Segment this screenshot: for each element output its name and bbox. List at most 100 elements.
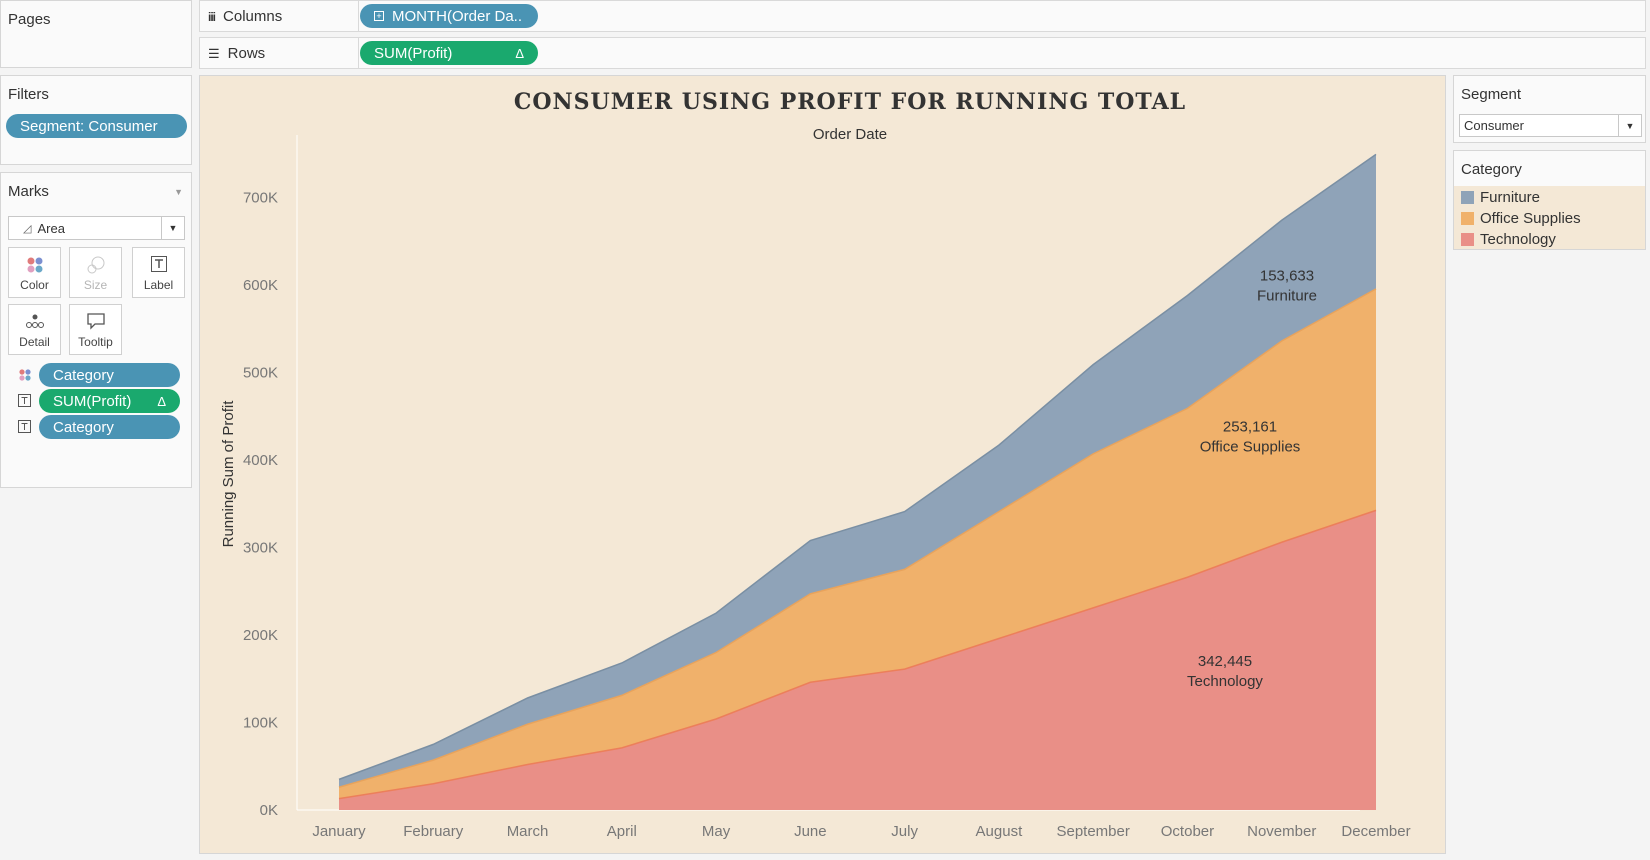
label-button[interactable]: Label <box>132 247 185 298</box>
legend-item-furniture[interactable]: Furniture <box>1461 187 1540 207</box>
legend-swatch <box>1461 211 1474 225</box>
chevron-down-icon: ▼ <box>161 217 184 239</box>
size-button-label: Size <box>83 278 108 292</box>
data-label-value: 153,633 <box>1260 268 1314 285</box>
x-tick-label: October <box>1161 823 1214 840</box>
delta-icon: Δ <box>157 393 166 409</box>
rows-icon: ☰ <box>208 45 220 61</box>
label-icon <box>150 256 167 272</box>
label-field-icon <box>18 394 31 407</box>
legend-title: Category <box>1461 161 1522 178</box>
x-tick-label: November <box>1247 823 1316 840</box>
columns-label: iii Columns <box>208 8 282 25</box>
x-tick-label: September <box>1056 823 1129 840</box>
columns-pill-label: MONTH(Order Da.. <box>392 7 523 25</box>
marks-title: Marks <box>8 183 49 200</box>
label-button-label: Label <box>143 278 174 292</box>
expand-icon: + <box>374 11 384 21</box>
shelf-divider <box>358 38 359 68</box>
area-chart-icon: ◿ <box>23 222 32 235</box>
field-label: Category <box>53 366 114 384</box>
mark-type-dropdown[interactable]: ◿ Area ▼ <box>8 216 185 240</box>
segment-dropdown[interactable]: Consumer ▼ <box>1459 114 1642 137</box>
legend-item-technology[interactable]: Technology <box>1461 229 1556 249</box>
filters-panel: Filters Segment: Consumer <box>0 75 192 165</box>
x-tick-label: March <box>507 823 549 840</box>
chart-subtitle: Order Date <box>813 126 887 143</box>
legend-label: Technology <box>1480 230 1556 248</box>
legend-label: Office Supplies <box>1480 209 1581 227</box>
y-tick-label: 300K <box>243 540 278 557</box>
filter-pill-segment[interactable]: Segment: Consumer <box>6 114 187 138</box>
marks-field-category-color[interactable]: Category <box>39 363 180 387</box>
segment-filter-card: Segment Consumer ▼ <box>1453 75 1646 143</box>
chart-area[interactable]: CONSUMER USING PROFIT FOR RUNNING TOTAL O… <box>199 75 1446 854</box>
tooltip-icon <box>86 313 105 330</box>
x-tick-label: May <box>702 823 731 840</box>
segment-value: Consumer <box>1464 118 1524 133</box>
rows-label-text: Rows <box>227 45 266 62</box>
tooltip-button-label: Tooltip <box>78 335 113 349</box>
rows-pill[interactable]: SUM(Profit) Δ <box>360 41 538 65</box>
marks-field-profit-label[interactable]: SUM(Profit) Δ <box>39 389 180 413</box>
data-label-name: Furniture <box>1257 288 1317 305</box>
detail-button[interactable]: Detail <box>8 304 61 355</box>
chevron-down-icon: ▼ <box>1618 115 1641 136</box>
rows-label: ☰ Rows <box>208 45 265 62</box>
field-label: Category <box>53 418 114 436</box>
data-label-value: 253,161 <box>1223 419 1277 436</box>
data-label-value: 342,445 <box>1198 653 1252 670</box>
chart-title: CONSUMER USING PROFIT FOR RUNNING TOTAL <box>514 89 1186 115</box>
legend-swatch <box>1461 190 1474 204</box>
mark-type-label: Area <box>37 220 65 236</box>
columns-pill[interactable]: + MONTH(Order Da.. <box>360 4 538 28</box>
legend-item-office-supplies[interactable]: Office Supplies <box>1461 208 1581 228</box>
category-legend: Category Furniture Office Supplies Techn… <box>1453 150 1646 250</box>
rows-pill-label: SUM(Profit) <box>374 44 453 62</box>
marks-collapse-icon[interactable]: ▼ <box>174 187 183 197</box>
y-tick-label: 100K <box>243 715 278 732</box>
x-tick-label: January <box>312 823 366 840</box>
size-icon <box>87 256 104 274</box>
x-tick-label: July <box>891 823 918 840</box>
data-label-name: Technology <box>1187 673 1263 690</box>
x-tick-label: April <box>607 823 637 840</box>
detail-icon <box>25 314 44 328</box>
tooltip-button[interactable]: Tooltip <box>69 304 122 355</box>
x-tick-label: February <box>403 823 464 840</box>
color-button[interactable]: Color <box>8 247 61 298</box>
x-tick-label: August <box>976 823 1024 840</box>
marks-field-category-label[interactable]: Category <box>39 415 180 439</box>
color-field-icon <box>19 369 31 381</box>
x-tick-label: December <box>1341 823 1410 840</box>
columns-icon: iii <box>208 9 216 24</box>
y-tick-label: 600K <box>243 277 278 294</box>
filters-title: Filters <box>8 86 49 103</box>
segment-title: Segment <box>1461 86 1522 103</box>
y-tick-label: 400K <box>243 452 278 469</box>
y-tick-label: 200K <box>243 627 278 644</box>
columns-shelf[interactable]: iii Columns + MONTH(Order Da.. <box>199 0 1646 32</box>
label-field-icon <box>18 420 31 433</box>
y-axis-title: Running Sum of Profit <box>220 400 237 548</box>
marks-panel: Marks ▼ ◿ Area ▼ Color Size Label Detail <box>0 172 192 488</box>
legend-swatch <box>1461 232 1474 246</box>
color-icon <box>27 257 42 273</box>
delta-icon: Δ <box>515 45 524 61</box>
pages-title: Pages <box>8 11 51 28</box>
y-tick-label: 500K <box>243 365 278 382</box>
shelf-divider <box>358 1 359 31</box>
legend-label: Furniture <box>1480 188 1541 206</box>
pages-panel: Pages <box>0 0 192 68</box>
data-label-name: Office Supplies <box>1200 439 1301 456</box>
field-label: SUM(Profit) <box>53 392 132 410</box>
columns-label-text: Columns <box>223 8 283 25</box>
area-chart[interactable]: CONSUMER USING PROFIT FOR RUNNING TOTAL O… <box>200 76 1445 853</box>
rows-shelf[interactable]: ☰ Rows SUM(Profit) Δ <box>199 37 1646 69</box>
color-button-label: Color <box>20 278 49 292</box>
x-tick-label: June <box>794 823 827 840</box>
detail-button-label: Detail <box>19 335 50 349</box>
size-button[interactable]: Size <box>69 247 122 298</box>
y-tick-label: 700K <box>243 190 278 207</box>
y-tick-label: 0K <box>260 802 278 819</box>
